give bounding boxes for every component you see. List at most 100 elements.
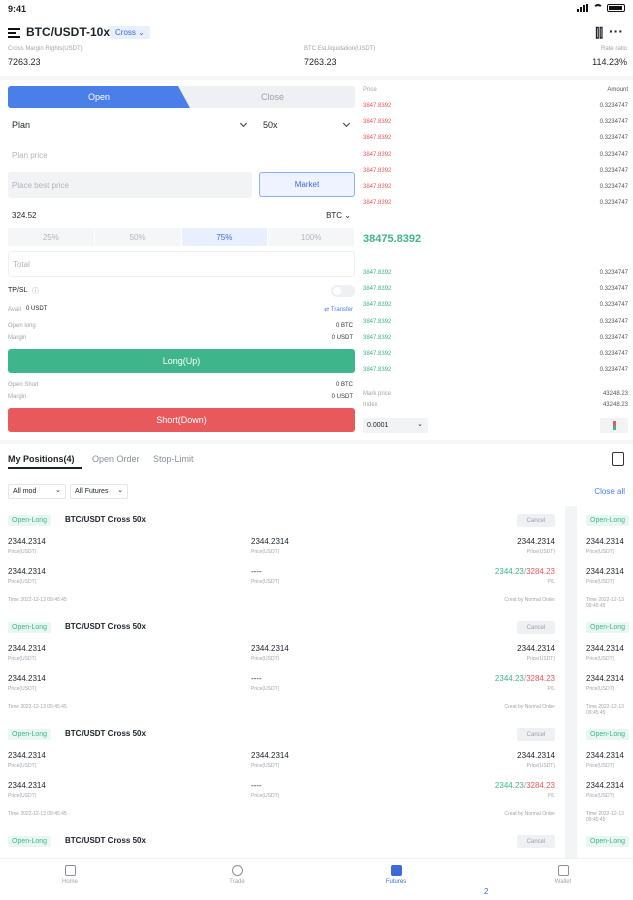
position-label: Price(USDT) [251, 579, 280, 585]
leverage-value: 50x [263, 120, 278, 130]
leverage-select[interactable]: 50x [259, 115, 355, 135]
tpsl-label: TP/SL [8, 287, 28, 294]
ask-row[interactable]: 3847.8392 0.3234747 [363, 103, 628, 115]
more-icon[interactable]: ··· [609, 23, 623, 39]
position-value: 2344.2314 [8, 644, 46, 653]
bid-row[interactable]: 3847.8392 0.3234747 [363, 286, 628, 298]
cards-scrollbar[interactable] [565, 506, 577, 858]
bid-row[interactable]: 3847.8392 0.3234747 [363, 270, 628, 282]
avail-label: Avail [8, 307, 21, 313]
total-input[interactable]: Total [8, 251, 355, 277]
nav-futures[interactable]: Futures [366, 865, 426, 885]
position-label: Price(USDT) [586, 793, 615, 799]
orderbook-layout-button[interactable] [600, 418, 628, 433]
position-value: 2344.2314 [8, 674, 46, 683]
position-label: Price(USDT) [586, 579, 615, 585]
position-card[interactable]: Open-Long BTC/USDT Cross 50x Cancel 2344.23… [0, 728, 563, 829]
info-icon[interactable]: ⓘ [32, 286, 39, 296]
position-card-peek[interactable]: Open-Long 2344.2314 Price(USDT) 2344.2314 Pr… [582, 729, 633, 829]
candlestick-chart-icon[interactable]: ⫿⫿ [595, 26, 603, 41]
bid-row[interactable]: 3847.8392 0.3234747 [363, 302, 628, 314]
percent-50-button[interactable]: 50% [95, 228, 182, 246]
amount-unit-select[interactable]: BTC ⌄ [326, 211, 351, 220]
open-short-label: Open Short [8, 382, 39, 388]
position-time: Time 2022-12-13 09:45:45 [586, 597, 624, 609]
cancel-button[interactable]: Cancel [517, 728, 555, 741]
tab-close[interactable]: Close [190, 86, 355, 108]
close-all-button[interactable]: Close all [594, 487, 625, 496]
mode-filter-select[interactable]: All mod ⌄ [8, 484, 66, 499]
position-card-peek[interactable]: Open-Long 2344.2314 Price(USDT) 2344.2314 Pr… [582, 515, 633, 615]
plan-price-input[interactable]: Plan price [8, 142, 355, 168]
futures-filter-select[interactable]: All Futures ⌄ [70, 484, 128, 499]
cancel-button[interactable]: Cancel [517, 514, 555, 527]
tab-my-positions[interactable]: My Positions(4) [8, 454, 75, 464]
position-value: 2344.2314 [8, 751, 46, 760]
nav-home[interactable]: Home [40, 865, 100, 885]
orderbook-amount: 0.3234747 [599, 167, 628, 174]
margin-mode-badge[interactable]: Cross ⌄ [110, 26, 150, 39]
position-card[interactable]: Open-Long BTC/USDT Cross 50x Cancel 2344.23… [0, 514, 563, 615]
tab-stop-limit[interactable]: Stop-Limit [153, 454, 194, 464]
position-card[interactable]: Open-Long BTC/USDT Cross 50x Cancel 2344.23… [0, 621, 563, 722]
percent-100-button[interactable]: 100% [268, 228, 355, 246]
chevron-down-icon [239, 119, 248, 128]
trade-icon [231, 865, 243, 876]
amount-input[interactable]: 324.52 BTC ⌄ [8, 206, 355, 226]
cancel-button[interactable]: Cancel [517, 621, 555, 634]
stat-label-rate: Rate ratio [600, 46, 627, 52]
bid-row[interactable]: 3847.8392 0.3234747 [363, 351, 628, 363]
orderbook-layout-icon [612, 421, 616, 430]
orderbook-amount: 0.3234747 [599, 302, 628, 309]
tpsl-toggle[interactable] [331, 285, 355, 297]
status-bar: 9:41 [0, 0, 633, 18]
position-time: Time 2022-12-13 09:45:45 [8, 704, 67, 710]
tab-open-order[interactable]: Open Order [92, 454, 140, 464]
ask-row[interactable]: 3847.8392 0.3234747 [363, 119, 628, 131]
pair-title[interactable]: BTC/USDT-10x [26, 25, 110, 39]
transfer-link[interactable]: ⇄ Transfer [324, 306, 353, 313]
pl-red: 3284.23 [526, 567, 555, 576]
position-value: 2344.2314 [251, 751, 289, 760]
mark-price-label: Mark price [363, 391, 392, 397]
position-card-peek[interactable]: Open-Long 2344.2314 Price(USDT) 2344.2314 Pr… [582, 622, 633, 722]
position-value: 2344.2314 [8, 781, 46, 790]
tab-open[interactable]: Open [8, 86, 190, 108]
percent-25-button[interactable]: 25% [8, 228, 95, 246]
nav-trade[interactable]: Trade [207, 865, 267, 885]
position-label: Price(USDT) [8, 579, 37, 585]
orderbook-amount: 0.3234747 [599, 286, 628, 293]
ask-row[interactable]: 3847.8392 0.3234747 [363, 135, 628, 147]
header: BTC/USDT-10x Cross ⌄ ⫿⫿ ··· [0, 20, 633, 46]
mark-price-value: 43248.23 [602, 391, 628, 397]
ask-row[interactable]: 3847.8392 0.3234747 [363, 152, 628, 164]
bid-row[interactable]: 3847.8392 0.3234747 [363, 367, 628, 379]
orderbook-amount: 0.3234747 [599, 184, 628, 190]
nav-wallet[interactable]: Wallet [533, 865, 593, 885]
market-button[interactable]: Market [259, 172, 355, 197]
best-price-input[interactable]: Place best price [8, 172, 252, 198]
order-type-select[interactable]: Plan [8, 115, 252, 135]
positions-tabs: My Positions(4) Open Order Stop-Limit [8, 452, 628, 469]
bottom-nav: Home Trade Futures Wallet 2 [0, 858, 633, 900]
menu-icon[interactable] [8, 28, 20, 38]
orderbook-amount: 0.3234747 [599, 151, 628, 158]
bid-row[interactable]: 3847.8392 0.3234747 [363, 319, 628, 331]
order-history-icon[interactable] [612, 452, 624, 466]
last-price: 38475.8392 [363, 233, 422, 245]
amount-unit: BTC [326, 211, 343, 220]
ask-row[interactable]: 3847.8392 0.3234747 [363, 184, 628, 196]
ask-row[interactable]: 3847.8392 0.3234747 [363, 168, 628, 180]
open-short-value: 0 BTC [335, 382, 353, 388]
order-type-value: Plan [12, 120, 31, 130]
bid-row[interactable]: 3847.8392 0.3234747 [363, 335, 628, 347]
percent-75-button[interactable]: 75% [181, 228, 269, 246]
precision-select[interactable]: 0.0001 ⌄ [363, 418, 428, 433]
cancel-button[interactable]: Cancel [517, 835, 555, 848]
ask-row[interactable]: 3847.8392 0.3234747 [363, 200, 628, 212]
position-value: 2344.2314 [8, 567, 46, 576]
position-title: BTC/USDT Cross 50x [65, 729, 146, 738]
short-button[interactable]: Short(Down) [8, 408, 355, 432]
nav-futures-label: Futures [385, 879, 407, 885]
long-button[interactable]: Long(Up) [8, 349, 355, 373]
